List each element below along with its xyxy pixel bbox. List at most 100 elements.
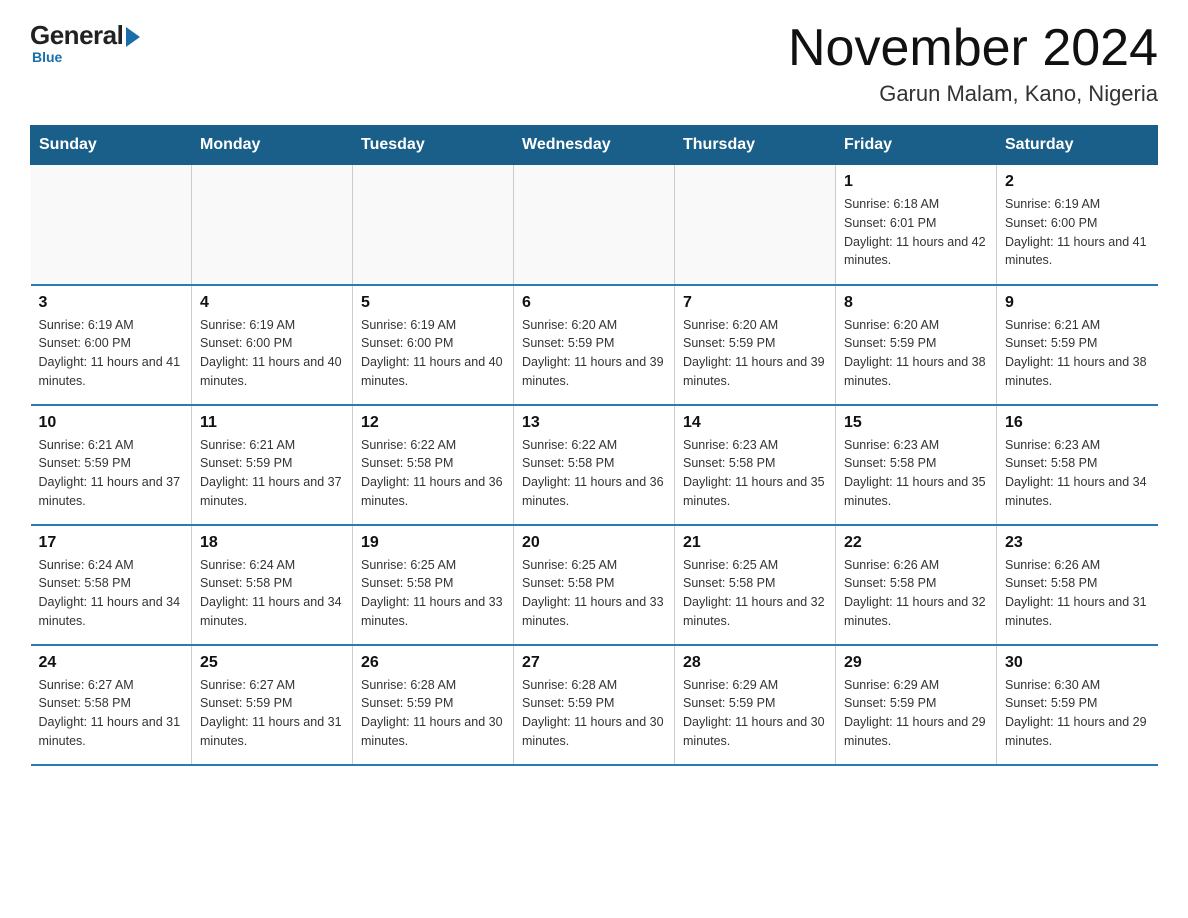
day-number: 23 — [1005, 534, 1150, 552]
day-info: Sunrise: 6:21 AMSunset: 5:59 PMDaylight:… — [1005, 316, 1150, 391]
calendar-cell — [353, 165, 514, 285]
header-wednesday: Wednesday — [514, 126, 675, 165]
calendar-cell: 24Sunrise: 6:27 AMSunset: 5:58 PMDayligh… — [31, 645, 192, 765]
calendar-cell: 26 Sunrise: 6:28 AMSunset: 5:59 PMDayligh… — [353, 645, 514, 765]
week-row-3: 10 Sunrise: 6:21 AMSunset: 5:59 PMDayligh… — [31, 405, 1158, 525]
calendar-cell: 11 Sunrise: 6:21 AMSunset: 5:59 PMDayligh… — [192, 405, 353, 525]
calendar-cell: 14 Sunrise: 6:23 AMSunset: 5:58 PMDayligh… — [675, 405, 836, 525]
calendar-cell: 18 Sunrise: 6:24 AMSunset: 5:58 PMDayligh… — [192, 525, 353, 645]
day-number: 22 — [844, 534, 988, 552]
calendar-cell: 9 Sunrise: 6:21 AMSunset: 5:59 PMDaylight… — [997, 285, 1158, 405]
calendar-table: SundayMondayTuesdayWednesdayThursdayFrid… — [30, 125, 1158, 766]
logo-general-text: General — [30, 20, 123, 51]
day-info: Sunrise: 6:28 AMSunset: 5:59 PMDaylight:… — [522, 676, 666, 751]
header-saturday: Saturday — [997, 126, 1158, 165]
day-info: Sunrise: 6:20 AMSunset: 5:59 PMDaylight:… — [683, 316, 827, 391]
calendar-cell: 12 Sunrise: 6:22 AMSunset: 5:58 PMDayligh… — [353, 405, 514, 525]
day-number: 30 — [1005, 654, 1150, 672]
day-number: 10 — [39, 414, 184, 432]
day-info: Sunrise: 6:26 AMSunset: 5:58 PMDaylight:… — [844, 556, 988, 631]
day-number: 26 — [361, 654, 505, 672]
calendar-cell — [675, 165, 836, 285]
day-info: Sunrise: 6:19 AMSunset: 6:00 PMDaylight:… — [200, 316, 344, 391]
calendar-cell: 22 Sunrise: 6:26 AMSunset: 5:58 PMDayligh… — [836, 525, 997, 645]
day-info: Sunrise: 6:23 AMSunset: 5:58 PMDaylight:… — [683, 436, 827, 511]
day-info: Sunrise: 6:22 AMSunset: 5:58 PMDaylight:… — [361, 436, 505, 511]
day-number: 17 — [39, 534, 184, 552]
day-number: 2 — [1005, 173, 1150, 191]
header-monday: Monday — [192, 126, 353, 165]
header-friday: Friday — [836, 126, 997, 165]
calendar-title: November 2024 — [788, 20, 1158, 77]
day-number: 24 — [39, 654, 184, 672]
calendar-cell — [192, 165, 353, 285]
day-info: Sunrise: 6:19 AMSunset: 6:00 PMDaylight:… — [361, 316, 505, 391]
calendar-cell: 27Sunrise: 6:28 AMSunset: 5:59 PMDayligh… — [514, 645, 675, 765]
day-number: 4 — [200, 294, 344, 312]
header-sunday: Sunday — [31, 126, 192, 165]
day-number: 15 — [844, 414, 988, 432]
day-info: Sunrise: 6:19 AMSunset: 6:00 PMDaylight:… — [1005, 195, 1150, 270]
header-tuesday: Tuesday — [353, 126, 514, 165]
day-number: 8 — [844, 294, 988, 312]
day-info: Sunrise: 6:29 AMSunset: 5:59 PMDaylight:… — [683, 676, 827, 751]
day-info: Sunrise: 6:20 AMSunset: 5:59 PMDaylight:… — [522, 316, 666, 391]
logo: General Blue — [30, 20, 140, 65]
day-info: Sunrise: 6:18 AMSunset: 6:01 PMDaylight:… — [844, 195, 988, 270]
day-number: 25 — [200, 654, 344, 672]
calendar-cell: 1 Sunrise: 6:18 AMSunset: 6:01 PMDaylight… — [836, 165, 997, 285]
day-number: 6 — [522, 294, 666, 312]
day-number: 16 — [1005, 414, 1150, 432]
day-info: Sunrise: 6:19 AMSunset: 6:00 PMDaylight:… — [39, 316, 184, 391]
day-number: 21 — [683, 534, 827, 552]
calendar-cell: 29Sunrise: 6:29 AMSunset: 5:59 PMDayligh… — [836, 645, 997, 765]
day-info: Sunrise: 6:25 AMSunset: 5:58 PMDaylight:… — [361, 556, 505, 631]
week-row-1: 1 Sunrise: 6:18 AMSunset: 6:01 PMDaylight… — [31, 165, 1158, 285]
day-info: Sunrise: 6:30 AMSunset: 5:59 PMDaylight:… — [1005, 676, 1150, 751]
day-info: Sunrise: 6:25 AMSunset: 5:58 PMDaylight:… — [522, 556, 666, 631]
page-header: General Blue November 2024 Garun Malam, … — [30, 20, 1158, 107]
calendar-cell: 15Sunrise: 6:23 AMSunset: 5:58 PMDayligh… — [836, 405, 997, 525]
day-info: Sunrise: 6:24 AMSunset: 5:58 PMDaylight:… — [200, 556, 344, 631]
day-number: 9 — [1005, 294, 1150, 312]
day-info: Sunrise: 6:24 AMSunset: 5:58 PMDaylight:… — [39, 556, 184, 631]
calendar-cell: 25Sunrise: 6:27 AMSunset: 5:59 PMDayligh… — [192, 645, 353, 765]
day-number: 28 — [683, 654, 827, 672]
calendar-cell: 17 Sunrise: 6:24 AMSunset: 5:58 PMDayligh… — [31, 525, 192, 645]
day-number: 12 — [361, 414, 505, 432]
day-info: Sunrise: 6:20 AMSunset: 5:59 PMDaylight:… — [844, 316, 988, 391]
calendar-cell: 8 Sunrise: 6:20 AMSunset: 5:59 PMDaylight… — [836, 285, 997, 405]
day-number: 7 — [683, 294, 827, 312]
header-thursday: Thursday — [675, 126, 836, 165]
day-info: Sunrise: 6:21 AMSunset: 5:59 PMDaylight:… — [200, 436, 344, 511]
day-number: 18 — [200, 534, 344, 552]
calendar-cell: 10Sunrise: 6:21 AMSunset: 5:59 PMDayligh… — [31, 405, 192, 525]
day-number: 19 — [361, 534, 505, 552]
calendar-cell: 19 Sunrise: 6:25 AMSunset: 5:58 PMDayligh… — [353, 525, 514, 645]
logo-blue-text: Blue — [32, 49, 62, 65]
calendar-cell: 4 Sunrise: 6:19 AMSunset: 6:00 PMDaylight… — [192, 285, 353, 405]
day-info: Sunrise: 6:28 AMSunset: 5:59 PMDaylight:… — [361, 676, 505, 751]
day-info: Sunrise: 6:22 AMSunset: 5:58 PMDaylight:… — [522, 436, 666, 511]
calendar-cell: 13Sunrise: 6:22 AMSunset: 5:58 PMDayligh… — [514, 405, 675, 525]
calendar-cell: 3 Sunrise: 6:19 AMSunset: 6:00 PMDaylight… — [31, 285, 192, 405]
calendar-cell: 7 Sunrise: 6:20 AMSunset: 5:59 PMDaylight… — [675, 285, 836, 405]
week-row-4: 17 Sunrise: 6:24 AMSunset: 5:58 PMDayligh… — [31, 525, 1158, 645]
calendar-cell: 23Sunrise: 6:26 AMSunset: 5:58 PMDayligh… — [997, 525, 1158, 645]
day-info: Sunrise: 6:25 AMSunset: 5:58 PMDaylight:… — [683, 556, 827, 631]
day-number: 14 — [683, 414, 827, 432]
calendar-cell: 5Sunrise: 6:19 AMSunset: 6:00 PMDaylight… — [353, 285, 514, 405]
calendar-cell: 16 Sunrise: 6:23 AMSunset: 5:58 PMDayligh… — [997, 405, 1158, 525]
day-info: Sunrise: 6:23 AMSunset: 5:58 PMDaylight:… — [1005, 436, 1150, 511]
day-number: 11 — [200, 414, 344, 432]
day-number: 3 — [39, 294, 184, 312]
logo-triangle-icon — [126, 27, 140, 47]
calendar-cell: 6 Sunrise: 6:20 AMSunset: 5:59 PMDaylight… — [514, 285, 675, 405]
calendar-cell: 28 Sunrise: 6:29 AMSunset: 5:59 PMDayligh… — [675, 645, 836, 765]
title-section: November 2024 Garun Malam, Kano, Nigeria — [788, 20, 1158, 107]
calendar-cell: 30 Sunrise: 6:30 AMSunset: 5:59 PMDayligh… — [997, 645, 1158, 765]
day-info: Sunrise: 6:29 AMSunset: 5:59 PMDaylight:… — [844, 676, 988, 751]
calendar-cell: 20Sunrise: 6:25 AMSunset: 5:58 PMDayligh… — [514, 525, 675, 645]
day-number: 1 — [844, 173, 988, 191]
calendar-cell — [31, 165, 192, 285]
